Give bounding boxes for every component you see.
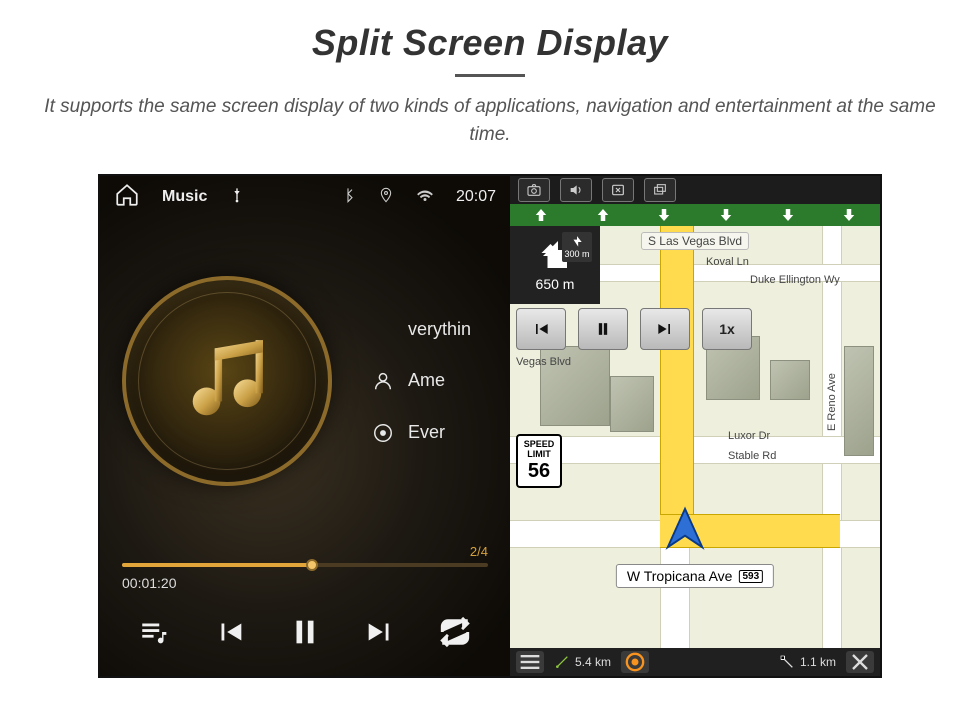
system-toolbar [510, 176, 880, 204]
map-label-koval: Koval Ln [706, 256, 749, 268]
nav-center-button[interactable] [621, 651, 649, 673]
sim-controls: 1x [516, 308, 752, 350]
distance-remaining: 1.1 km [779, 654, 836, 670]
map-label-vegas-blvd: Vegas Blvd [516, 356, 571, 368]
map-label-reno: E Reno Ave [826, 373, 838, 431]
music-topbar: Music 20:07 [100, 176, 510, 218]
screenshot-button[interactable] [518, 178, 550, 202]
route-shield: 593 [738, 570, 763, 583]
sim-pause-button[interactable] [578, 308, 628, 350]
nav-pane: S Las Vegas Blvd Koval Ln Duke Ellington… [510, 176, 880, 676]
person-icon [372, 370, 394, 392]
status-time: 20:07 [456, 188, 496, 206]
disc-icon [372, 422, 394, 444]
song-title: verythin [408, 319, 471, 340]
map-label-luxor: Luxor Dr [728, 430, 770, 442]
speed-limit-sign: SPEED LIMIT 56 [516, 434, 562, 488]
map-label-top-road: S Las Vegas Blvd [641, 232, 749, 250]
sim-speed-button[interactable]: 1x [702, 308, 752, 350]
pause-button[interactable] [288, 615, 322, 654]
next-turn-icon: 300 m [562, 232, 592, 262]
sim-speed-label: 1x [719, 321, 735, 337]
sim-next-button[interactable] [640, 308, 690, 350]
artist-name: Ame [408, 370, 445, 391]
page-title: Split Screen Display [40, 22, 940, 64]
location-icon [378, 187, 394, 208]
usb-icon[interactable] [229, 184, 245, 211]
progress-area: 2/4 00:01:20 [100, 544, 510, 599]
music-app-label: Music [162, 188, 207, 206]
nav-menu-button[interactable] [516, 651, 544, 673]
wifi-icon [416, 186, 434, 209]
sim-prev-button[interactable] [516, 308, 566, 350]
track-meta: verythin Ame Ever [372, 319, 471, 444]
next-turn-distance: 300 m [564, 249, 589, 259]
nav-bottom-bar: 5.4 km 1.1 km [510, 648, 880, 676]
bluetooth-icon [340, 187, 356, 208]
close-button[interactable] [602, 178, 634, 202]
previous-button[interactable] [213, 615, 247, 654]
home-icon[interactable] [114, 182, 140, 213]
repeat-button[interactable] [438, 615, 472, 654]
album-name: Ever [408, 422, 445, 443]
speed-limit-value: 56 [528, 460, 550, 482]
current-street-name: W Tropicana Ave [627, 568, 733, 584]
volume-button[interactable] [560, 178, 592, 202]
turn-instruction: 300 m 650 m [510, 226, 600, 304]
track-counter: 2/4 [122, 544, 488, 559]
music-controls [100, 599, 510, 676]
page-subtitle: It supports the same screen display of t… [40, 93, 940, 148]
map-label-stable: Stable Rd [728, 450, 776, 462]
distance-done: 5.4 km [554, 654, 611, 670]
device-frame: Music 20:07 [100, 176, 880, 676]
current-street-sign: W Tropicana Ave 593 [616, 564, 774, 588]
time-elapsed: 00:01:20 [122, 575, 488, 591]
route-progress-bar [510, 204, 880, 226]
vehicle-marker [662, 505, 708, 556]
map-label-duke: Duke Ellington Wy [750, 274, 840, 286]
progress-bar[interactable] [122, 563, 488, 567]
playlist-button[interactable] [138, 615, 172, 654]
turn-distance: 650 m [536, 276, 575, 292]
next-button[interactable] [363, 615, 397, 654]
windows-button[interactable] [644, 178, 676, 202]
music-pane: Music 20:07 [100, 176, 510, 676]
nav-close-button[interactable] [846, 651, 874, 673]
album-art[interactable] [122, 276, 332, 486]
title-underline [455, 74, 525, 77]
music-body: verythin Ame Ever [100, 218, 510, 544]
